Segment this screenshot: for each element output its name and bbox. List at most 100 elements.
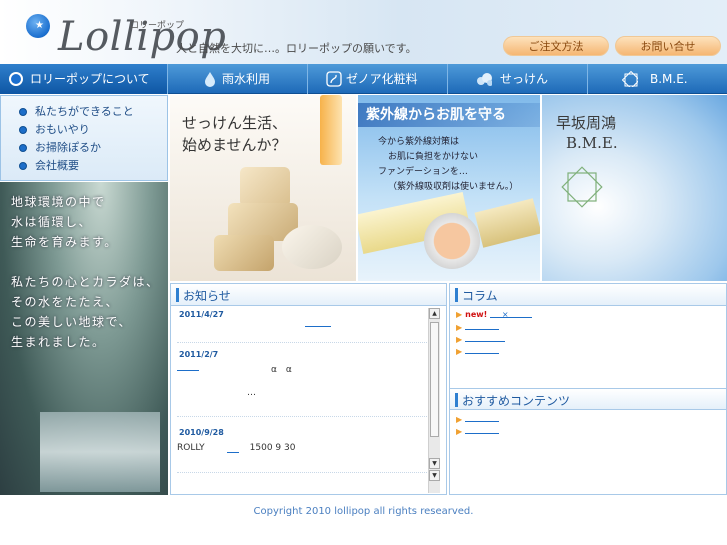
column-link[interactable]	[465, 346, 500, 354]
poem-spacer	[11, 252, 160, 272]
nav-item-rainwater[interactable]: 雨水利用	[168, 64, 308, 94]
column-link[interactable]	[465, 322, 500, 330]
scroll-thumb[interactable]	[430, 322, 439, 437]
news-scrollbar[interactable]: ▲ ▼ ▼	[428, 308, 440, 493]
column-panel-header: コラム	[450, 284, 726, 306]
recommended-item[interactable]: ▶	[456, 426, 500, 436]
news-link[interactable]	[227, 452, 239, 453]
bullet-icon	[19, 126, 27, 134]
submenu-item-cleaning[interactable]: お掃除ぽるか	[19, 140, 101, 156]
recommended-link[interactable]	[465, 426, 500, 434]
column-item[interactable]: ▶	[456, 322, 500, 332]
news-date: 2010/9/28	[179, 428, 224, 437]
nav-item-bme[interactable]: B.M.E.	[588, 64, 727, 94]
bme-banner-title: 早坂周鴻 B.M.E.	[556, 113, 618, 153]
star-icon: ★	[35, 20, 44, 31]
news-panel-title: お知らせ	[183, 289, 231, 303]
soap-bottle-image	[320, 95, 342, 165]
poem-text: 地球環境の中で 水は循環し、 生命を育みます。 私たちの心とカラダは、 その水を…	[11, 192, 160, 352]
nav-item-about[interactable]: ロリーポップについて	[0, 64, 168, 94]
column-link[interactable]: ×	[489, 310, 532, 319]
bme-banner[interactable]: 早坂周鴻 B.M.E.	[542, 95, 727, 281]
column-item[interactable]: ▶	[456, 334, 506, 344]
news-separator	[177, 472, 427, 473]
submenu-label: おもいやり	[35, 123, 90, 136]
submenu-item-omoiyari[interactable]: おもいやり	[19, 122, 90, 138]
orange-triangle-icon: ▶	[456, 347, 463, 356]
column-item[interactable]: ▶ new! ×	[456, 310, 532, 319]
water-drop-icon	[205, 72, 215, 87]
news-text: …	[247, 388, 256, 398]
header-bar-marker	[176, 288, 179, 302]
submenu-label: 私たちができること	[35, 105, 134, 118]
tagline: 人と自然を大切に…。ロリーポップの願いです。	[176, 42, 417, 55]
scroll-up-icon[interactable]: ▲	[429, 308, 440, 319]
bullet-icon	[19, 144, 27, 152]
main-nav: ロリーポップについて 雨水利用 ゼノア化粧料 せっけん B.M.E.	[0, 64, 727, 94]
contact-button[interactable]: お問い合せ	[615, 36, 721, 56]
nav-item-label: せっけん	[500, 72, 549, 86]
uv-line: ファンデーションを…	[378, 167, 468, 177]
recommended-title: おすすめコンテンツ	[462, 394, 571, 408]
nav-item-label: ゼノア化粧料	[346, 72, 418, 86]
news-link[interactable]	[177, 370, 199, 371]
bme-title-line: 早坂周鴻	[556, 114, 617, 132]
news-date: 2011/4/27	[179, 310, 224, 319]
news-separator	[177, 416, 427, 417]
column-panel: コラム ▶ new! × ▶ ▶ ▶ おすすめコンテンツ ▶ ▶	[449, 283, 727, 495]
bullet-icon	[19, 162, 27, 170]
new-badge: new!	[465, 310, 488, 319]
submenu: 私たちができること おもいやり お掃除ぽるか 会社概要	[0, 95, 168, 181]
news-text: α α	[271, 365, 292, 375]
poem-line: 生命を育みます。	[11, 235, 118, 249]
column-panel-title: コラム	[462, 289, 498, 303]
bubbles-icon	[477, 73, 492, 86]
soap-banner-title-line1: せっけん生活、	[182, 114, 288, 132]
soap-bar-image	[214, 235, 274, 271]
news-panel: お知らせ 2011/4/27 2011/2/7 α α … 2010/9/28 …	[170, 283, 447, 495]
bullet-icon	[19, 108, 27, 116]
uv-banner[interactable]: 紫外線からお肌を守る 今から紫外線対策は お肌に負担をかけない ファンデーション…	[358, 95, 540, 281]
news-link[interactable]	[305, 326, 331, 327]
header-bar-marker	[455, 393, 458, 407]
waterfall-graphic	[40, 412, 160, 492]
news-panel-header: お知らせ	[171, 284, 446, 306]
scroll-down-end-icon[interactable]: ▼	[429, 470, 440, 481]
nav-item-label: 雨水利用	[222, 72, 271, 86]
star-emblem-icon	[561, 166, 603, 208]
nav-item-cosmetics[interactable]: ゼノア化粧料	[308, 64, 448, 94]
poem-line: その水をたたえ、	[11, 295, 120, 309]
submenu-item-what-we-can-do[interactable]: 私たちができること	[19, 104, 134, 120]
logo-kana: ロリーポップ	[130, 21, 185, 31]
poem-line: 私たちの心とカラダは、	[11, 275, 160, 289]
star-emblem-icon	[622, 71, 638, 87]
submenu-label: 会社概要	[35, 159, 79, 172]
soap-banner-title-line2: 始めませんか？	[182, 136, 287, 154]
uv-banner-text: 今から紫外線対策は お肌に負担をかけない ファンデーションを… （紫外線吸収剤は…	[378, 135, 518, 195]
news-date: 2011/2/7	[179, 350, 219, 359]
column-link[interactable]	[465, 334, 506, 342]
poem-line: 生まれました。	[11, 335, 106, 349]
soap-dish-image	[282, 225, 342, 269]
nav-item-label: ロリーポップについて	[30, 72, 150, 86]
footer: Copyright 2010 lollipop all rights resea…	[0, 496, 727, 545]
recommended-item[interactable]: ▶	[456, 414, 500, 424]
column-item[interactable]: ▶	[456, 346, 500, 356]
nav-item-label: B.M.E.	[650, 72, 688, 86]
uv-line: 今から紫外線対策は	[378, 137, 460, 147]
submenu-item-company[interactable]: 会社概要	[19, 158, 79, 174]
uv-product-box-image	[474, 198, 540, 248]
soap-banner[interactable]: せっけん生活、 始めませんか？	[170, 95, 356, 281]
order-method-button[interactable]: ご注文方法	[503, 36, 609, 56]
uv-line: （紫外線吸収剤は使いません。）	[388, 182, 519, 192]
soap-bar-image	[240, 167, 290, 207]
blue-dot-icon	[9, 72, 23, 86]
orange-triangle-icon: ▶	[456, 427, 463, 436]
nav-item-soap[interactable]: せっけん	[448, 64, 588, 94]
orange-triangle-icon: ▶	[456, 310, 463, 319]
recommended-link[interactable]	[465, 414, 500, 422]
scroll-down-icon[interactable]: ▼	[429, 458, 440, 469]
bme-title-line: B.M.E.	[566, 134, 618, 152]
orange-triangle-icon: ▶	[456, 415, 463, 424]
cosmetic-icon	[326, 71, 342, 87]
